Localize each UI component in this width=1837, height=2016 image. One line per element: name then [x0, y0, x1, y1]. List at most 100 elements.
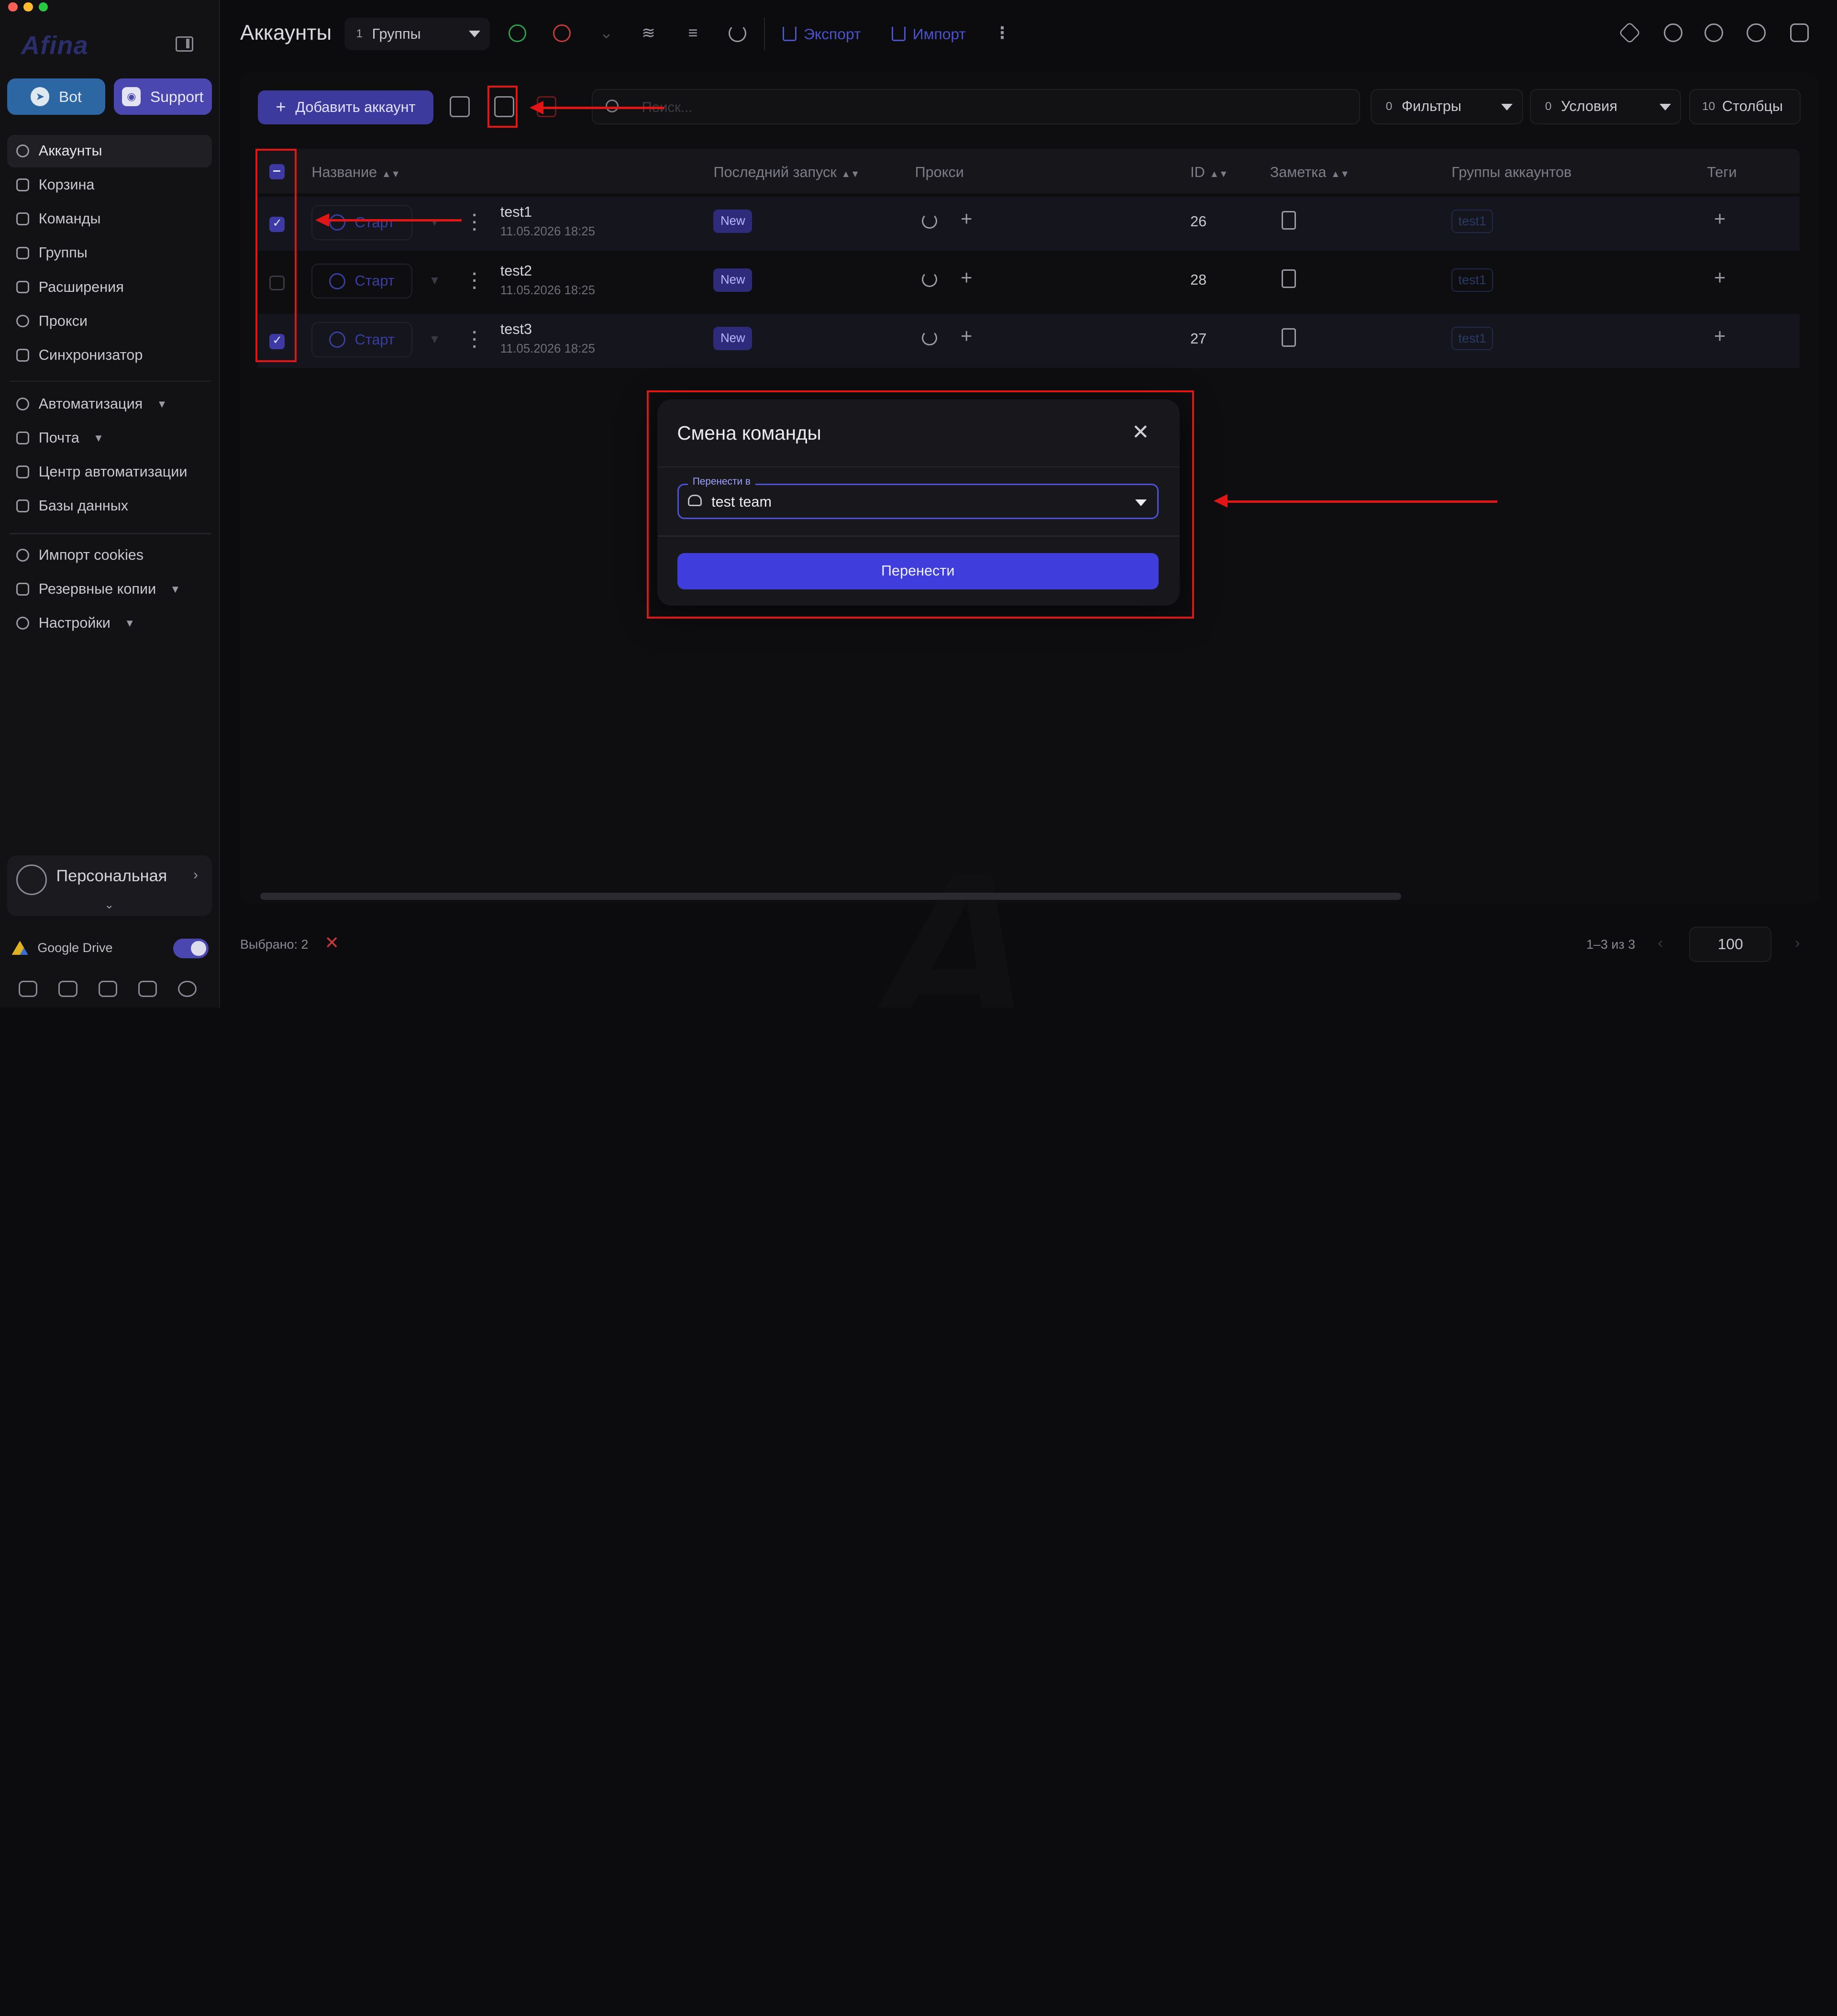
account-name: test3	[500, 321, 532, 338]
filters-count: 0	[1385, 100, 1393, 113]
tag-icon[interactable]	[1618, 22, 1641, 44]
add-proxy-icon[interactable]: +	[961, 324, 972, 347]
table-row[interactable]: Старт ▼ ··· test1 11.05.2026 18:25 New +…	[257, 197, 1800, 251]
cloud-upload-icon[interactable]	[19, 980, 38, 997]
sidebar-item-automation-center[interactable]: Центр автоматизации	[7, 456, 212, 489]
clear-selection-icon[interactable]: ✕	[324, 932, 339, 953]
sidebar-item-mail[interactable]: Почта ▼	[7, 422, 212, 455]
clipboard-icon[interactable]	[1282, 269, 1296, 288]
folder-upload-icon[interactable]	[98, 980, 117, 997]
more-vertical-icon[interactable]: · · ·	[472, 207, 477, 238]
sidebar-item-extensions[interactable]: Расширения	[7, 271, 212, 304]
next-page-icon[interactable]: ›	[1795, 934, 1800, 952]
filters-select[interactable]: 0 Фильтры	[1371, 89, 1523, 124]
globe-icon[interactable]	[1704, 23, 1724, 43]
start-button[interactable]: Старт	[311, 264, 413, 299]
import-button[interactable]: Импорт	[891, 21, 966, 47]
column-header-label: ID	[1190, 164, 1205, 180]
chevron-down-icon[interactable]: ▼	[429, 216, 440, 229]
clipboard-icon[interactable]	[1282, 328, 1296, 347]
sidebar-item-label: Команды	[38, 210, 101, 227]
chevron-down-icon: ▼	[156, 398, 167, 410]
column-header-last-run[interactable]: Последний запуск ▲▼	[713, 164, 860, 181]
add-proxy-icon[interactable]: +	[961, 207, 972, 230]
add-proxy-icon[interactable]: +	[961, 266, 972, 289]
minimize-window-button[interactable]	[23, 2, 33, 12]
group-select[interactable]: 1 Группы	[344, 17, 490, 51]
start-label: Старт	[354, 273, 395, 289]
column-header-id[interactable]: ID ▲▼	[1190, 164, 1228, 181]
stop-all-icon[interactable]	[553, 24, 571, 43]
sidebar-item-teams[interactable]: Команды	[7, 203, 212, 236]
playlist-icon[interactable]: ≡	[684, 24, 702, 42]
start-button[interactable]: Старт	[311, 322, 413, 357]
more-vertical-icon[interactable]: · · ·	[472, 266, 477, 297]
column-header-note[interactable]: Заметка ▲▼	[1270, 164, 1350, 181]
status-badge: New	[713, 327, 753, 351]
sidebar-item-backups[interactable]: Резервные копии ▼	[7, 573, 212, 606]
caret-down-icon	[469, 30, 481, 37]
table-row[interactable]: Старт ▼ · · · test2 11.05.2026 18:25 New +…	[258, 255, 1800, 310]
copy-icon[interactable]	[450, 96, 470, 117]
search-input[interactable]	[642, 96, 1345, 120]
add-account-button[interactable]: + Добавить аккаунт	[257, 90, 434, 124]
chevron-down-icon[interactable]: ⌄	[104, 897, 114, 912]
google-drive-toggle[interactable]	[173, 938, 209, 959]
cloud-download-icon[interactable]	[58, 980, 77, 997]
sidebar-item-databases[interactable]: Базы данных	[7, 490, 212, 523]
chevron-down-icon[interactable]: ▼	[429, 333, 440, 346]
profile-switcher[interactable]: Персональная › ⌄	[7, 855, 212, 917]
more-vertical-icon[interactable]: · · ·	[472, 324, 477, 355]
sidebar-item-proxies[interactable]: Прокси	[7, 305, 212, 338]
column-header-name[interactable]: Название ▲▼	[311, 164, 400, 181]
window-controls	[8, 2, 48, 12]
sidebar-item-automation[interactable]: Автоматизация ▼	[7, 388, 212, 421]
bot-button[interactable]: ➤ Bot	[7, 78, 106, 115]
app-logo: Afina	[21, 31, 89, 60]
maximize-window-button[interactable]	[38, 2, 48, 12]
add-tag-icon[interactable]: +	[1714, 266, 1726, 289]
clipboard-icon[interactable]	[1282, 210, 1296, 230]
sidebar-item-settings[interactable]: Настройки ▼	[7, 607, 212, 640]
add-tag-icon[interactable]: +	[1714, 207, 1726, 230]
play-icon	[329, 332, 345, 348]
chevron-down-icon[interactable]: ⌄	[598, 24, 615, 42]
sidebar-toggle-icon[interactable]	[176, 36, 194, 52]
sidebar-item-accounts[interactable]: Аккаунты	[7, 134, 212, 168]
cookie-icon[interactable]	[1663, 23, 1682, 43]
chevron-down-icon[interactable]: ▼	[429, 274, 440, 288]
more-vertical-icon[interactable]: ⋮	[994, 24, 1011, 42]
refresh-icon[interactable]	[922, 330, 938, 346]
eye-off-icon[interactable]	[178, 980, 197, 997]
user-circle-icon	[16, 144, 30, 158]
refresh-icon[interactable]	[729, 24, 746, 43]
play-all-icon[interactable]	[508, 24, 526, 43]
refresh-icon[interactable]	[922, 213, 938, 229]
app-window: Afina ➤ Bot ◉ Support Аккаунты Корзина К…	[0, 0, 1837, 1008]
add-tag-icon[interactable]: +	[1714, 324, 1726, 347]
gear-icon[interactable]	[1747, 23, 1766, 43]
prev-page-icon[interactable]: ‹	[1658, 934, 1663, 952]
columns-select[interactable]: 10 Столбцы	[1689, 89, 1801, 124]
sync-icon	[16, 348, 30, 362]
export-button[interactable]: Экспорт	[782, 21, 861, 47]
page-size-select[interactable]: 100	[1689, 927, 1771, 962]
play-icon	[329, 214, 345, 231]
folder-download-icon[interactable]	[138, 980, 157, 997]
sidebar-item-groups[interactable]: Группы	[7, 237, 212, 270]
layout-icon[interactable]	[1790, 23, 1809, 43]
sidebar-item-label: Резервные копии	[38, 581, 156, 598]
wifi-icon[interactable]: ≋	[640, 24, 657, 42]
close-window-button[interactable]	[8, 2, 18, 12]
sidebar-item-import-cookies[interactable]: Импорт cookies	[7, 539, 212, 572]
conditions-select[interactable]: 0 Условия	[1530, 89, 1682, 124]
refresh-icon[interactable]	[922, 272, 938, 287]
sidebar-footer	[19, 980, 197, 997]
sort-icon: ▲▼	[841, 168, 860, 179]
table-row[interactable]: Старт ▼ ··· test3 11.05.2026 18:25 New +…	[257, 314, 1800, 368]
sidebar-item-trash[interactable]: Корзина	[7, 169, 212, 202]
support-button[interactable]: ◉ Support	[113, 78, 212, 115]
group-select-label: Группы	[372, 25, 421, 42]
sidebar-item-synchronizer[interactable]: Синхронизатор	[7, 339, 212, 372]
horizontal-scrollbar[interactable]	[260, 893, 1401, 900]
